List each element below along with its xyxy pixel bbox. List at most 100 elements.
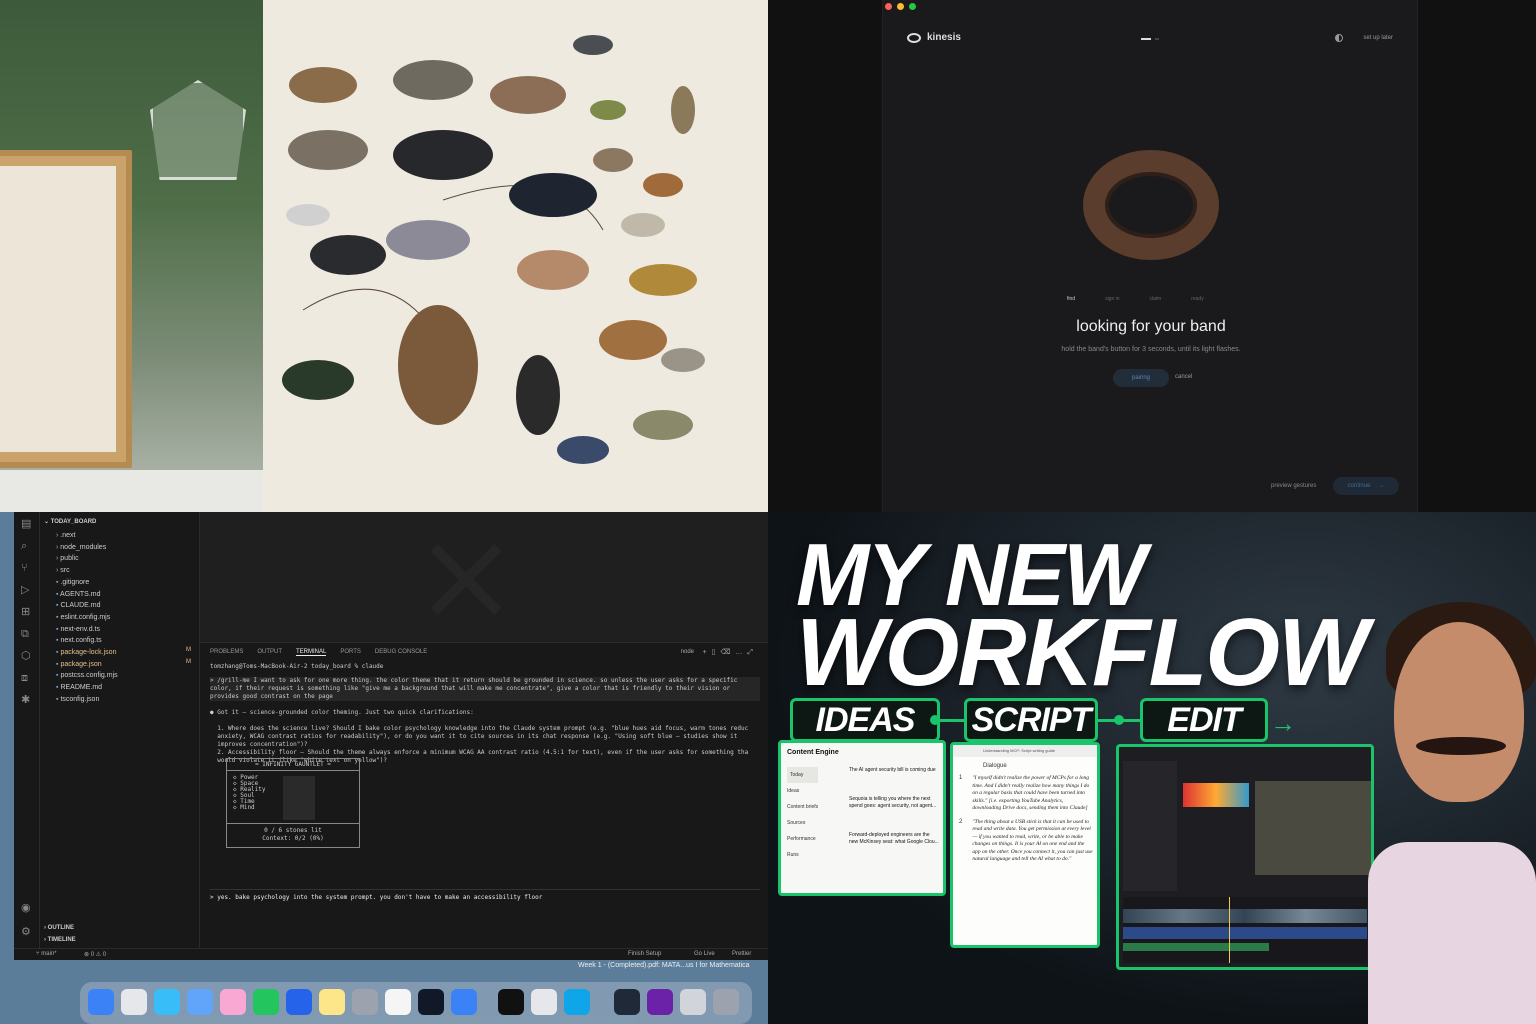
explorer-icon[interactable]: ▤ xyxy=(21,518,33,530)
extensions-icon[interactable]: ⊞ xyxy=(21,606,33,618)
step-claim: claim xyxy=(1149,296,1162,302)
tab-terminal[interactable]: TERMINAL xyxy=(296,649,327,656)
python-icon[interactable]: ⧉ xyxy=(21,628,33,640)
minimize-window-dot[interactable] xyxy=(897,3,904,10)
tab-output[interactable]: OUTPUT xyxy=(257,649,282,656)
file-tree-item[interactable]: ▪ postcss.config.mjs xyxy=(56,670,118,681)
timeline-label: TIMELINE xyxy=(47,937,76,943)
edit-tag: EDIT xyxy=(1140,698,1268,742)
photos-icon[interactable] xyxy=(220,989,246,1015)
vscode-window: ▤ ⌕ ⑂ ▷ ⊞ ⧉ ⬡ ⧈ ✱ ◉ ⚙ ⌄ TODAY_BOARD › .n… xyxy=(14,512,768,960)
vscode-icon[interactable] xyxy=(286,989,312,1015)
continue-button[interactable]: continue → xyxy=(1333,477,1399,495)
chrome-icon[interactable] xyxy=(385,989,411,1015)
search-icon[interactable]: ⌕ xyxy=(21,540,33,552)
preview-icon[interactable] xyxy=(680,989,706,1015)
quicktime-icon[interactable] xyxy=(564,989,590,1015)
terminal-output[interactable]: tomzhang@Toms-MacBook-Air-2 today_board … xyxy=(210,663,760,765)
infinity-gauntlet-box: = INFINITY GAUNTLET = ◇ Power ◇ Space ◇ Re… xyxy=(226,758,360,848)
source-control-icon[interactable]: ⑂ xyxy=(21,562,33,574)
system-settings-icon[interactable] xyxy=(352,989,378,1015)
theme-toggle-icon[interactable] xyxy=(1335,34,1343,42)
file-tree-item[interactable]: ▪ package.json xyxy=(56,659,102,670)
file-tree-item[interactable]: ▪ package-lock.json xyxy=(56,647,116,658)
run-debug-icon[interactable]: ▷ xyxy=(21,584,33,596)
obsidian-icon[interactable] xyxy=(647,989,673,1015)
content-engine-nav-item[interactable]: Performance xyxy=(787,831,818,847)
file-tree-item[interactable]: ▪ next-env.d.ts xyxy=(56,624,100,635)
slack-icon[interactable] xyxy=(531,989,557,1015)
file-tree-item[interactable]: › .next xyxy=(56,530,75,541)
greenfinch-bird xyxy=(590,100,626,120)
file-tree-item[interactable]: › public xyxy=(56,553,79,564)
editor-area: ⨉ xyxy=(200,512,768,642)
outline-label: OUTLINE xyxy=(47,925,75,931)
tab-problems[interactable]: PROBLEMS xyxy=(210,649,243,656)
account-icon[interactable]: ◉ xyxy=(21,902,33,914)
file-tree-label: next.config.ts xyxy=(60,637,102,645)
content-engine-nav-item[interactable]: Runs xyxy=(787,847,818,863)
notes-icon[interactable] xyxy=(319,989,345,1015)
preview-gestures-link[interactable]: preview gestures xyxy=(1271,483,1316,489)
content-engine-idea-item[interactable]: Sequoia is telling you where the next sp… xyxy=(849,796,939,810)
prettier-status[interactable]: Prettier xyxy=(732,951,751,957)
outline-section[interactable]: › OUTLINE xyxy=(44,925,74,931)
docker-icon[interactable]: ⬡ xyxy=(21,650,33,662)
branch-status[interactable]: ⑂ main* xyxy=(36,951,57,957)
pairing-button[interactable]: pairing xyxy=(1113,369,1169,387)
go-live-status[interactable]: Go Live xyxy=(694,951,715,957)
mail-icon[interactable] xyxy=(187,989,213,1015)
outlook-icon[interactable] xyxy=(451,989,477,1015)
editor-media-browser xyxy=(1123,761,1177,891)
close-window-dot[interactable] xyxy=(885,3,892,10)
explorer-root[interactable]: ⌄ TODAY_BOARD xyxy=(44,518,96,525)
tab-debug-console[interactable]: DEBUG CONSOLE xyxy=(375,649,427,656)
setup-later-link[interactable]: set up later xyxy=(1363,35,1393,41)
file-tree-item[interactable]: ▪ README.md xyxy=(56,682,102,693)
problems-status[interactable]: ⊗ 0 ⚠ 0 xyxy=(84,951,106,958)
content-engine-idea-item[interactable]: The AI agent security bill is coming due xyxy=(849,767,939,774)
terminal-shell-name[interactable]: node xyxy=(681,649,694,655)
sparrow-bird xyxy=(593,148,633,172)
tab-ports[interactable]: PORTS xyxy=(340,649,361,656)
kinesis-brand-text: kinesis xyxy=(927,32,961,43)
file-tree-item[interactable]: ▪ AGENTS.md xyxy=(56,589,101,600)
content-engine-nav-item[interactable]: Ideas xyxy=(787,783,818,799)
settings-gear-icon[interactable]: ⚙ xyxy=(21,926,33,938)
kinesis-logo-icon xyxy=(907,32,921,43)
trash-icon[interactable] xyxy=(713,989,739,1015)
launchpad-icon[interactable] xyxy=(121,989,147,1015)
terminal-icon[interactable] xyxy=(498,989,524,1015)
zoom-window-dot[interactable] xyxy=(909,3,916,10)
terminal-input[interactable]: > yes. bake psychology into the system p… xyxy=(210,889,760,901)
file-tree-item[interactable]: › src xyxy=(56,565,70,576)
timeline-section[interactable]: › TIMELINE xyxy=(44,937,76,943)
file-tree-item[interactable]: ▪ next.config.ts xyxy=(56,635,102,646)
file-tree-item[interactable]: › node_modules xyxy=(56,542,106,553)
safari-icon[interactable] xyxy=(154,989,180,1015)
panel-actions-icon[interactable]: +▯⌫…⤢ xyxy=(703,648,758,657)
finder-icon[interactable] xyxy=(88,989,114,1015)
app-folder-icon[interactable] xyxy=(614,989,640,1015)
content-engine-nav-item[interactable]: Content briefs xyxy=(787,799,818,815)
wifi-app-icon[interactable] xyxy=(418,989,444,1015)
notification-banner[interactable]: Week 1 - (Completed).pdf: MATA...us I fo… xyxy=(578,962,750,969)
facetime-icon[interactable] xyxy=(253,989,279,1015)
content-engine-nav-item[interactable]: Sources xyxy=(787,815,818,831)
file-tree-item[interactable]: ▪ CLAUDE.md xyxy=(56,600,101,611)
file-tree-label: CLAUDE.md xyxy=(60,602,101,610)
terminal-line: improves concentration")? xyxy=(210,741,308,748)
content-engine-idea-item[interactable]: Forward-deployed engineers are the new M… xyxy=(849,832,939,846)
timeline-playhead[interactable] xyxy=(1229,897,1230,963)
script-guide-tab: Understanding MCP: Script writing guide xyxy=(953,745,1097,757)
file-tree-item[interactable]: ▪ .gitignore xyxy=(56,577,89,588)
finish-setup-status[interactable]: Finish Setup xyxy=(628,951,661,957)
cancel-button[interactable]: cancel xyxy=(1175,374,1192,380)
content-engine-nav-item[interactable]: Today xyxy=(787,767,819,783)
ai-assistant-icon[interactable]: ✱ xyxy=(21,694,33,706)
file-tree-item[interactable]: ▪ tsconfig.json xyxy=(56,694,99,705)
file-tree-item[interactable]: ▪ eslint.config.mjs xyxy=(56,612,110,623)
activity-bar: ▤ ⌕ ⑂ ▷ ⊞ ⧉ ⬡ ⧈ ✱ ◉ ⚙ xyxy=(14,512,40,960)
remote-explorer-icon[interactable]: ⧈ xyxy=(21,672,33,684)
page-title: looking for your band xyxy=(1076,318,1226,335)
